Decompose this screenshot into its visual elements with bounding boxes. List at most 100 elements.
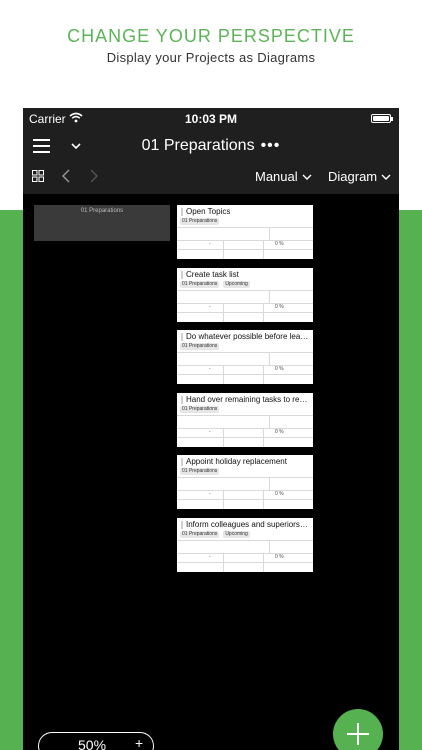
view-mode-label: Diagram — [328, 169, 378, 184]
zoom-control[interactable]: 50% + — [38, 732, 154, 750]
task-card[interactable]: Do whatever possible before lea… 01 Prepa… — [177, 330, 313, 385]
promo-subline: Display your Projects as Diagrams — [106, 50, 316, 65]
task-card-divider — [223, 302, 224, 322]
task-card-divider — [263, 240, 264, 259]
group-node[interactable]: 01 Preparations — [34, 205, 170, 241]
task-card-date: - — [209, 491, 211, 498]
task-card-divider — [177, 427, 313, 429]
task-card[interactable]: Create task list 01 Preparations Upcoming -… — [177, 267, 313, 322]
more-options-icon[interactable]: ••• — [261, 137, 281, 154]
sort-mode-label: Manual — [255, 169, 298, 184]
task-card-divider — [177, 540, 313, 541]
task-card-progress: 0 % — [275, 491, 284, 498]
diagram-canvas[interactable]: 01 Preparations Open Topics 01 Preparatio… — [23, 194, 399, 750]
task-tag: 01 Preparations — [180, 405, 220, 413]
task-card-tags: 01 Preparations — [180, 218, 220, 225]
task-tag: 01 Preparations — [180, 343, 220, 351]
task-card-date: - — [209, 303, 211, 310]
task-card-divider — [223, 553, 224, 572]
device-screen: Carrier 10:03 PM 01 Preparations ••• Man… — [23, 108, 399, 750]
battery-icon — [371, 114, 393, 123]
project-title-text: 01 Preparations — [141, 137, 255, 154]
task-card-date: - — [209, 428, 211, 435]
task-card-divider — [223, 365, 224, 385]
task-card-divider — [269, 540, 270, 553]
task-card-divider — [177, 436, 313, 438]
task-card-divider — [177, 249, 313, 250]
task-card-divider — [263, 365, 264, 385]
task-tag: 01 Preparations — [180, 531, 220, 538]
task-card-divider — [269, 352, 270, 366]
sort-mode-dropdown[interactable]: Manual — [255, 169, 312, 184]
task-card-title: Create task list — [181, 270, 309, 279]
task-card-divider — [177, 490, 313, 492]
clock: 10:03 PM — [184, 112, 238, 126]
task-card-tags: 01 Preparations — [180, 343, 220, 351]
chevron-down-icon — [302, 174, 312, 180]
task-card-title: Do whatever possible before lea… — [181, 332, 309, 342]
task-card[interactable]: Appoint holiday replacement 01 Preparatio… — [177, 455, 313, 510]
project-title[interactable]: 01 Preparations ••• — [23, 137, 399, 155]
task-card-divider — [263, 427, 264, 447]
back-arrow-icon[interactable] — [61, 169, 71, 183]
task-card-progress: 0 % — [275, 366, 284, 373]
task-card-divider — [269, 289, 270, 303]
task-card-divider — [177, 365, 313, 367]
task-card-divider — [223, 427, 224, 447]
task-card-date: - — [209, 241, 211, 247]
chevron-down-icon — [381, 174, 391, 180]
task-card-progress: 0 % — [275, 428, 284, 435]
forward-arrow-icon[interactable] — [89, 169, 99, 183]
task-card-date: - — [209, 554, 211, 560]
task-card-title: Hand over remaining tasks to re… — [181, 395, 309, 404]
task-tag: Upcoming — [223, 280, 250, 288]
task-card-divider — [263, 553, 264, 572]
task-card-progress: 0 % — [275, 241, 284, 247]
status-bar: Carrier 10:03 PM — [23, 108, 399, 130]
navigation-bar: 01 Preparations ••• Manual Diagram — [23, 130, 399, 194]
task-card-divider — [177, 374, 313, 376]
task-card-divider — [177, 289, 313, 291]
task-tag: 01 Preparations — [180, 218, 220, 225]
task-card-divider — [177, 477, 313, 479]
task-card-divider — [177, 553, 313, 554]
task-card-title: Inform colleagues and superiors … — [181, 520, 309, 529]
task-card-divider — [177, 414, 313, 416]
task-card-tags: 01 Preparations Upcoming — [180, 531, 250, 538]
plus-icon-bar — [347, 733, 369, 735]
grid-view-icon[interactable] — [32, 170, 44, 182]
task-card[interactable]: Open Topics 01 Preparations - 0 % — [177, 205, 313, 259]
task-card-divider — [269, 414, 270, 428]
task-card-divider — [269, 227, 270, 240]
app-store-screenshot: CHANGE YOUR PERSPECTIVE Display your Pro… — [0, 0, 422, 750]
task-tag: 01 Preparations — [180, 280, 220, 288]
task-card-divider — [177, 227, 313, 228]
task-card[interactable]: Inform colleagues and superiors … 01 Prep… — [177, 518, 313, 572]
task-card-title: Appoint holiday replacement — [181, 457, 309, 467]
task-card-divider — [177, 311, 313, 313]
task-card-divider — [177, 499, 313, 501]
task-card-divider — [263, 490, 264, 510]
task-card-progress: 0 % — [275, 554, 284, 560]
task-card-tags: 01 Preparations Upcoming — [180, 280, 250, 288]
task-card-tags: 01 Preparations — [180, 405, 220, 413]
promo-headline: CHANGE YOUR PERSPECTIVE — [67, 26, 355, 46]
task-card-divider — [177, 240, 313, 241]
task-card-divider — [177, 302, 313, 304]
group-node-label: 01 Preparations — [80, 208, 124, 214]
task-tag: Upcoming — [223, 531, 250, 538]
task-card-progress: 0 % — [275, 303, 284, 310]
task-card-date: - — [209, 366, 211, 373]
task-card-divider — [223, 490, 224, 510]
view-mode-dropdown[interactable]: Diagram — [328, 169, 391, 184]
task-card-divider — [177, 562, 313, 563]
task-card-tags: 01 Preparations — [180, 468, 220, 476]
task-card-divider — [269, 477, 270, 491]
zoom-in-button[interactable]: + — [135, 735, 143, 750]
task-card-divider — [177, 352, 313, 354]
task-card[interactable]: Hand over remaining tasks to re… 01 Prepa… — [177, 392, 313, 447]
task-card-divider — [223, 240, 224, 259]
task-card-title: Open Topics — [181, 207, 309, 216]
task-card-divider — [263, 302, 264, 322]
zoom-level: 50% — [78, 737, 107, 750]
